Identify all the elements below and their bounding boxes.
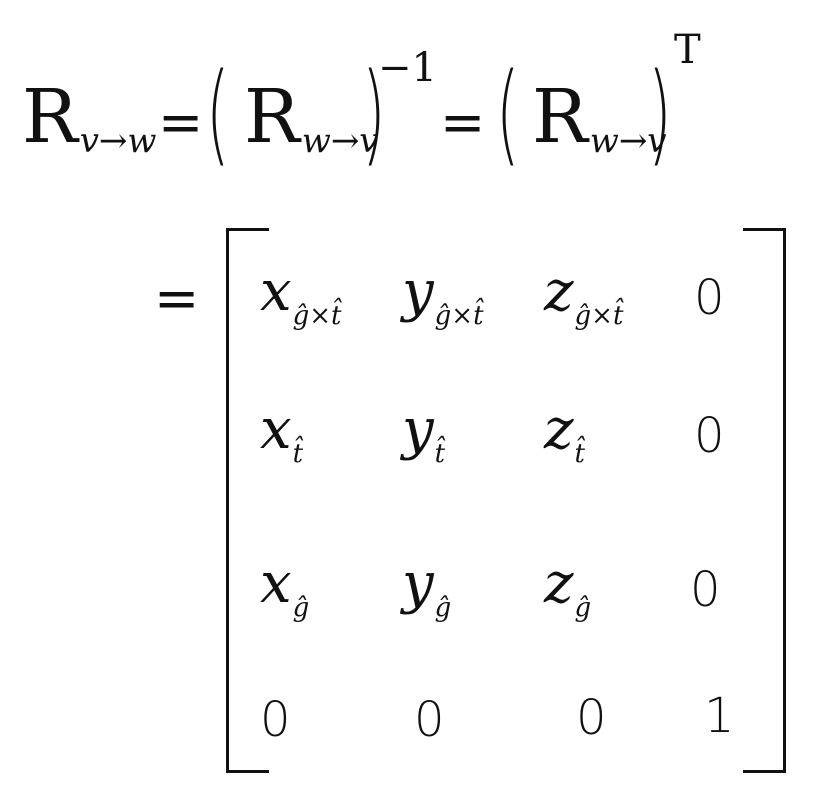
cell-base: 0 (694, 270, 725, 326)
matrix-cell-r2-c2: zĝ (544, 556, 592, 623)
matrix-cell-r1-c2: zt̂ (544, 402, 585, 469)
cell-base: 0 (576, 690, 607, 746)
cell-subscript: t̂ (434, 439, 446, 469)
matrix-cell-r1-c0: xt̂ (260, 402, 304, 469)
transpose-superscript: T (674, 27, 701, 73)
cell-subscript: t̂ (574, 439, 585, 469)
cell-base: z (544, 259, 574, 324)
matrix-cell-r0-c1: yĝ×t̂ (402, 264, 484, 331)
matrix-cell-r2-c3: 0 (690, 566, 721, 614)
matrix-cell-r1-c1: yt̂ (402, 402, 446, 469)
cell-base: z (544, 551, 574, 616)
matrix-cell-r3-c3: 1 (704, 692, 735, 740)
cell-base: 1 (704, 688, 735, 744)
cell-base: x (260, 259, 292, 324)
inverse-superscript: −1 (378, 45, 437, 91)
left-paren-2: ( (496, 49, 520, 177)
right-paren-2: ) (648, 49, 672, 177)
cell-subscript: ĝ×t̂ (574, 301, 624, 331)
matrix-cell-r3-c0: 0 (260, 696, 291, 744)
matrix-cell-r3-c2: 0 (576, 694, 607, 742)
cell-subscript: ĝ (574, 593, 592, 623)
rotation-matrix: xĝ×t̂ yĝ×t̂ zĝ×t̂ 0 xt̂ yt̂ zt̂ 0 xĝ yĝ … (226, 228, 786, 773)
equals-sign-3: = (154, 267, 200, 330)
cell-subscript: ĝ (292, 593, 310, 623)
cell-base: 0 (690, 562, 721, 618)
cell-base: y (402, 397, 434, 462)
cell-subscript: ĝ (434, 593, 452, 623)
cell-subscript: ĝ×t̂ (292, 301, 342, 331)
cell-base: 0 (260, 692, 291, 748)
matrix-cell-r2-c1: yĝ (402, 556, 452, 623)
cell-base: x (260, 551, 292, 616)
lhs-subscript: v→w (79, 121, 157, 161)
cell-subscript: t̂ (292, 439, 304, 469)
matrix-cell-r3-c1: 0 (414, 696, 445, 744)
equals-sign-2: = (440, 91, 486, 154)
matrix-cell-r0-c0: xĝ×t̂ (260, 264, 342, 331)
cell-base: 0 (414, 692, 445, 748)
transpose-term: Rw→v (532, 80, 667, 158)
matrix-cell-r1-c3: 0 (694, 412, 725, 460)
matrix-cell-r2-c0: xĝ (260, 556, 310, 623)
cell-base: z (544, 397, 574, 462)
equals-sign-1: = (158, 91, 204, 154)
cell-base: y (402, 259, 434, 324)
term1-symbol: R (244, 74, 300, 160)
lhs-rotation-matrix: Rv→w (22, 80, 157, 158)
cell-base: y (402, 551, 434, 616)
cell-base: 0 (694, 408, 725, 464)
right-bracket (743, 228, 786, 773)
term2-symbol: R (532, 74, 588, 160)
cell-base: x (260, 397, 292, 462)
left-paren-1: ( (206, 49, 230, 177)
lhs-symbol: R (22, 74, 78, 160)
matrix-cell-r0-c2: zĝ×t̂ (544, 264, 624, 331)
inverse-term: Rw→v (244, 80, 379, 158)
cell-subscript: ĝ×t̂ (434, 301, 484, 331)
matrix-cell-r0-c3: 0 (694, 274, 725, 322)
